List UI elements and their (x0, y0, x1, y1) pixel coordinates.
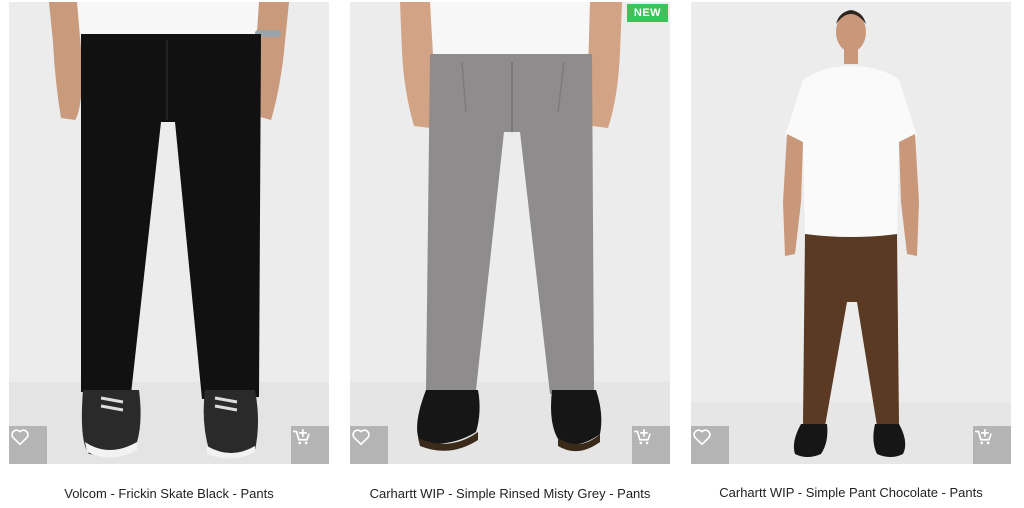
product-title[interactable]: Carhartt WIP - Simple Pant Chocolate - P… (691, 485, 1011, 500)
add-to-cart-button[interactable] (973, 426, 1011, 464)
new-badge: NEW (626, 4, 668, 22)
product-card[interactable]: Volcom - Frickin Skate Black - Pants (9, 0, 329, 508)
add-to-wishlist-button[interactable] (350, 426, 388, 464)
heart-icon (693, 429, 711, 446)
add-to-wishlist-button[interactable] (691, 426, 729, 464)
heart-icon (11, 429, 29, 446)
product-image[interactable] (691, 2, 1011, 464)
cart-add-icon (974, 428, 992, 445)
product-title[interactable]: Volcom - Frickin Skate Black - Pants (9, 486, 329, 501)
product-image[interactable] (9, 2, 329, 464)
product-card[interactable]: Carhartt WIP - Simple Pant Chocolate - P… (691, 0, 1011, 508)
product-card[interactable]: NEW Carhartt WIP - Simple Rinsed Misty G… (350, 0, 670, 508)
product-image[interactable]: NEW (350, 2, 670, 464)
product-title[interactable]: Carhartt WIP - Simple Rinsed Misty Grey … (350, 486, 670, 501)
product-grid: Volcom - Frickin Skate Black - Pants NEW… (0, 0, 1024, 508)
add-to-wishlist-button[interactable] (9, 426, 47, 464)
cart-add-icon (633, 428, 651, 445)
add-to-cart-button[interactable] (632, 426, 670, 464)
cart-add-icon (292, 428, 310, 445)
heart-icon (352, 429, 370, 446)
add-to-cart-button[interactable] (291, 426, 329, 464)
